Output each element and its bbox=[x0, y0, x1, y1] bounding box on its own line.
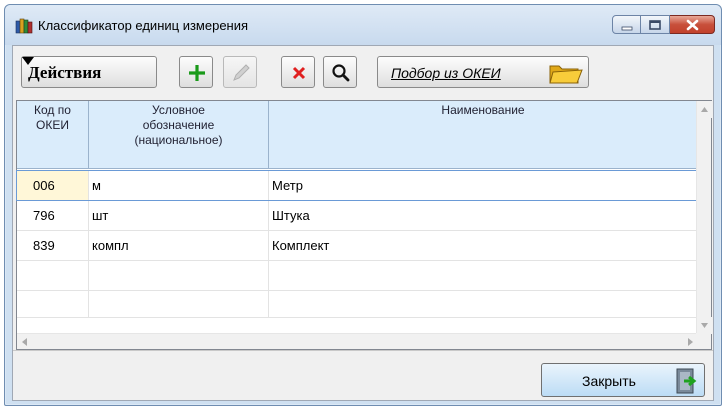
scrollbar-corner bbox=[696, 333, 711, 349]
exit-door-icon bbox=[676, 368, 697, 394]
column-header-name[interactable]: Наименование bbox=[269, 101, 698, 169]
cell-code[interactable]: 006 bbox=[17, 171, 89, 201]
classifier-window: Классификатор единиц измерения Действия bbox=[4, 4, 722, 406]
cell-code[interactable]: 839 bbox=[17, 231, 89, 261]
cell-code[interactable]: 796 bbox=[17, 201, 89, 231]
delete-button[interactable] bbox=[281, 56, 315, 88]
search-button[interactable] bbox=[323, 56, 357, 88]
column-header-symbol[interactable]: Условное обозначение (национальное) bbox=[89, 101, 269, 169]
add-button[interactable] bbox=[179, 56, 213, 88]
actions-dropdown[interactable]: Действия bbox=[21, 56, 157, 88]
close-button-label: Закрыть bbox=[582, 373, 636, 389]
footer: Закрыть bbox=[13, 350, 713, 402]
folder-icon bbox=[549, 65, 583, 84]
table-row[interactable]: 839 компл Комплект bbox=[17, 231, 698, 261]
minimize-icon bbox=[621, 26, 633, 31]
cell-name[interactable]: Комплект bbox=[269, 231, 698, 261]
cell-symbol[interactable]: шт bbox=[89, 201, 269, 231]
scroll-up-button[interactable] bbox=[697, 101, 712, 118]
cell-empty[interactable] bbox=[269, 291, 698, 318]
edit-button[interactable] bbox=[223, 56, 257, 88]
cell-empty[interactable] bbox=[17, 291, 89, 318]
okei-select-button[interactable]: Подбор из ОКЕИ bbox=[377, 56, 589, 88]
cell-symbol[interactable]: м bbox=[89, 171, 269, 201]
vertical-scrollbar[interactable] bbox=[696, 101, 712, 334]
scroll-down-button[interactable] bbox=[697, 317, 712, 334]
window-close-button[interactable] bbox=[670, 15, 715, 34]
scroll-left-button[interactable] bbox=[17, 334, 33, 350]
close-button[interactable]: Закрыть bbox=[541, 363, 705, 397]
magnifier-icon bbox=[332, 64, 350, 82]
cross-icon bbox=[292, 66, 306, 80]
cell-empty[interactable] bbox=[17, 261, 89, 291]
window-title: Классификатор единиц измерения bbox=[38, 18, 249, 33]
maximize-icon bbox=[649, 20, 661, 30]
window-content: Действия Подбор из ОКЕИ Код по ОКЕИ Усло… bbox=[12, 45, 714, 401]
plus-icon bbox=[189, 65, 205, 81]
minimize-button[interactable] bbox=[612, 15, 641, 34]
cell-name[interactable]: Штука bbox=[269, 201, 698, 231]
maximize-button[interactable] bbox=[641, 15, 670, 34]
cell-empty[interactable] bbox=[89, 291, 269, 318]
title-bar[interactable]: Классификатор единиц измерения bbox=[5, 5, 721, 45]
empty-table-row[interactable] bbox=[17, 291, 698, 318]
arrow-left-icon bbox=[22, 338, 27, 346]
window-controls bbox=[612, 15, 715, 34]
arrow-up-icon bbox=[701, 107, 708, 112]
cell-empty[interactable] bbox=[89, 261, 269, 291]
caret-down-icon bbox=[22, 57, 34, 65]
empty-table-row[interactable] bbox=[17, 261, 698, 291]
books-icon bbox=[15, 18, 33, 34]
table-row[interactable]: 006 м Метр bbox=[16, 170, 698, 201]
actions-label: Действия bbox=[28, 63, 102, 82]
column-header-code[interactable]: Код по ОКЕИ bbox=[17, 101, 89, 169]
units-table[interactable]: Код по ОКЕИ Условное обозначение (национ… bbox=[16, 100, 712, 350]
table-header: Код по ОКЕИ Условное обозначение (национ… bbox=[17, 101, 698, 169]
cell-symbol[interactable]: компл bbox=[89, 231, 269, 261]
cell-empty[interactable] bbox=[269, 261, 698, 291]
pencil-icon bbox=[233, 64, 250, 81]
table-row[interactable]: 796 шт Штука bbox=[17, 201, 698, 231]
arrow-down-icon bbox=[701, 323, 708, 328]
toolbar: Действия Подбор из ОКЕИ bbox=[13, 46, 713, 100]
close-icon bbox=[686, 19, 699, 31]
cell-name[interactable]: Метр bbox=[269, 171, 698, 201]
horizontal-scrollbar[interactable] bbox=[17, 333, 698, 349]
